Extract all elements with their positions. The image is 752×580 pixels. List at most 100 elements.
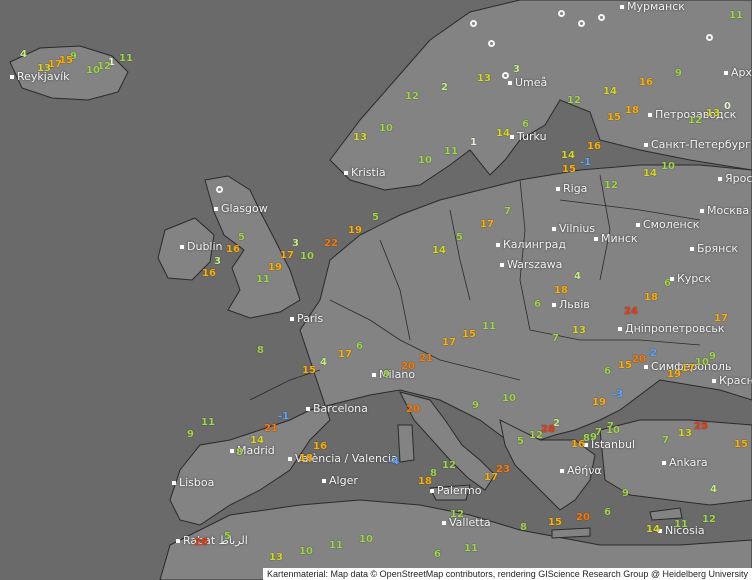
temperature-reading[interactable]: 8: [236, 448, 243, 458]
temperature-reading[interactable]: 13: [572, 326, 586, 336]
temperature-reading[interactable]: 24: [624, 307, 638, 317]
temperature-reading[interactable]: 15: [548, 518, 562, 528]
temperature-reading[interactable]: 12: [688, 116, 702, 126]
city-label-kristiansand[interactable]: Kristia: [344, 166, 386, 179]
station-marker[interactable]: [706, 34, 713, 41]
city-label-bryansk[interactable]: Брянск: [690, 242, 738, 255]
temperature-reading[interactable]: 4: [574, 272, 581, 282]
city-label-dnipropetrovsk[interactable]: Дніпропетровськ: [618, 322, 724, 335]
temperature-reading[interactable]: 11: [729, 11, 743, 21]
city-label-lviv[interactable]: Львів: [552, 298, 590, 311]
city-label-dublin[interactable]: Dublin: [180, 240, 223, 253]
temperature-reading[interactable]: 18: [644, 293, 658, 303]
temperature-reading[interactable]: 6: [356, 342, 363, 352]
temperature-reading[interactable]: 12: [442, 461, 456, 471]
temperature-reading[interactable]: 7: [662, 436, 669, 446]
temperature-reading[interactable]: 1: [470, 138, 477, 148]
temperature-reading[interactable]: 4: [20, 50, 27, 60]
temperature-reading[interactable]: 15: [462, 330, 476, 340]
temperature-reading[interactable]: 13: [353, 133, 367, 143]
temperature-reading[interactable]: 28: [541, 425, 555, 435]
temperature-reading[interactable]: 16: [226, 245, 240, 255]
city-label-lisboa[interactable]: Lisboa: [172, 476, 214, 489]
temperature-reading[interactable]: 20: [406, 405, 420, 415]
temperature-reading[interactable]: 19: [667, 370, 681, 380]
city-label-palermo[interactable]: Palermo: [430, 484, 481, 497]
city-label-smolensk[interactable]: Смоленск: [636, 218, 699, 231]
temperature-reading[interactable]: 5: [372, 213, 379, 223]
temperature-reading[interactable]: 4: [320, 358, 327, 368]
temperature-reading[interactable]: 13: [477, 74, 491, 84]
temperature-reading[interactable]: 12: [529, 431, 543, 441]
temperature-reading[interactable]: 10: [359, 535, 373, 545]
temperature-reading[interactable]: 14: [603, 87, 617, 97]
temperature-reading[interactable]: 7: [552, 334, 559, 344]
city-label-umea[interactable]: Umeå: [508, 76, 547, 89]
temperature-reading[interactable]: 13: [678, 429, 692, 439]
temperature-reading[interactable]: 9: [383, 370, 390, 380]
city-label-moskva[interactable]: Москва: [700, 204, 749, 217]
city-label-kursk[interactable]: Курск: [670, 272, 711, 285]
temperature-reading[interactable]: 25: [694, 422, 708, 432]
temperature-reading[interactable]: 10: [695, 358, 709, 368]
temperature-reading[interactable]: 11: [329, 541, 343, 551]
temperature-reading[interactable]: -3: [612, 390, 623, 400]
temperature-reading[interactable]: 18: [418, 477, 432, 487]
temperature-reading[interactable]: 10: [418, 156, 432, 166]
weather-map[interactable]: ReykjavíkМурманскАрхаПетрозаводскUmeåTur…: [0, 0, 752, 580]
temperature-reading[interactable]: 10: [502, 394, 516, 404]
temperature-reading[interactable]: 15: [562, 165, 576, 175]
temperature-reading[interactable]: 13: [37, 64, 51, 74]
city-label-st-petersburg[interactable]: Санкт-Петербург: [644, 138, 751, 151]
temperature-reading[interactable]: 11: [674, 520, 688, 530]
temperature-reading[interactable]: 14: [643, 169, 657, 179]
city-label-vilnius[interactable]: Vilnius: [552, 222, 595, 235]
temperature-reading[interactable]: 12: [604, 181, 618, 191]
temperature-reading[interactable]: 23: [496, 465, 510, 475]
temperature-reading[interactable]: 14: [646, 525, 660, 535]
temperature-reading[interactable]: 10: [379, 124, 393, 134]
temperature-reading[interactable]: 17: [280, 251, 294, 261]
temperature-reading[interactable]: 5: [238, 233, 245, 243]
temperature-reading[interactable]: 16: [639, 78, 653, 88]
temperature-reading[interactable]: 6: [434, 550, 441, 560]
city-label-riga[interactable]: Riga: [556, 182, 587, 195]
temperature-reading[interactable]: 6: [664, 279, 671, 289]
temperature-reading[interactable]: 26: [194, 538, 208, 548]
temperature-reading[interactable]: 9: [472, 401, 479, 411]
station-marker[interactable]: [488, 40, 495, 47]
temperature-reading[interactable]: 15: [607, 113, 621, 123]
temperature-reading[interactable]: 20: [401, 362, 415, 372]
temperature-reading[interactable]: 17: [484, 473, 498, 483]
temperature-reading[interactable]: 21: [264, 424, 278, 434]
temperature-reading[interactable]: 18: [625, 106, 639, 116]
station-marker[interactable]: [216, 186, 223, 193]
temperature-reading[interactable]: 5: [224, 532, 231, 542]
temperature-reading[interactable]: 16: [202, 269, 216, 279]
temperature-reading[interactable]: 12: [405, 92, 419, 102]
temperature-reading[interactable]: 11: [119, 54, 133, 64]
temperature-reading[interactable]: 6: [522, 120, 529, 130]
city-label-glasgow[interactable]: Glasgow: [214, 202, 268, 215]
temperature-reading[interactable]: 16: [313, 442, 327, 452]
temperature-reading[interactable]: -1: [278, 412, 289, 422]
temperature-reading[interactable]: 9: [709, 352, 716, 362]
temperature-reading[interactable]: 14: [561, 151, 575, 161]
temperature-reading[interactable]: 19: [268, 263, 282, 273]
temperature-reading[interactable]: 7: [504, 207, 511, 217]
temperature-reading[interactable]: 3: [513, 65, 520, 75]
temperature-reading[interactable]: 6: [534, 300, 541, 310]
temperature-reading[interactable]: 18: [554, 286, 568, 296]
city-label-minsk[interactable]: Минск: [594, 232, 638, 245]
temperature-reading[interactable]: 11: [256, 275, 270, 285]
temperature-reading[interactable]: 10: [86, 66, 100, 76]
temperature-reading[interactable]: 3: [292, 239, 299, 249]
temperature-reading[interactable]: 9: [590, 433, 597, 443]
temperature-reading[interactable]: 6: [604, 367, 611, 377]
temperature-reading[interactable]: 11: [444, 147, 458, 157]
station-marker[interactable]: [598, 14, 605, 21]
temperature-reading[interactable]: 0: [724, 102, 731, 112]
city-label-alger[interactable]: Alger: [322, 474, 358, 487]
temperature-reading[interactable]: 6: [604, 508, 611, 518]
city-label-turku[interactable]: Turku: [510, 130, 547, 143]
